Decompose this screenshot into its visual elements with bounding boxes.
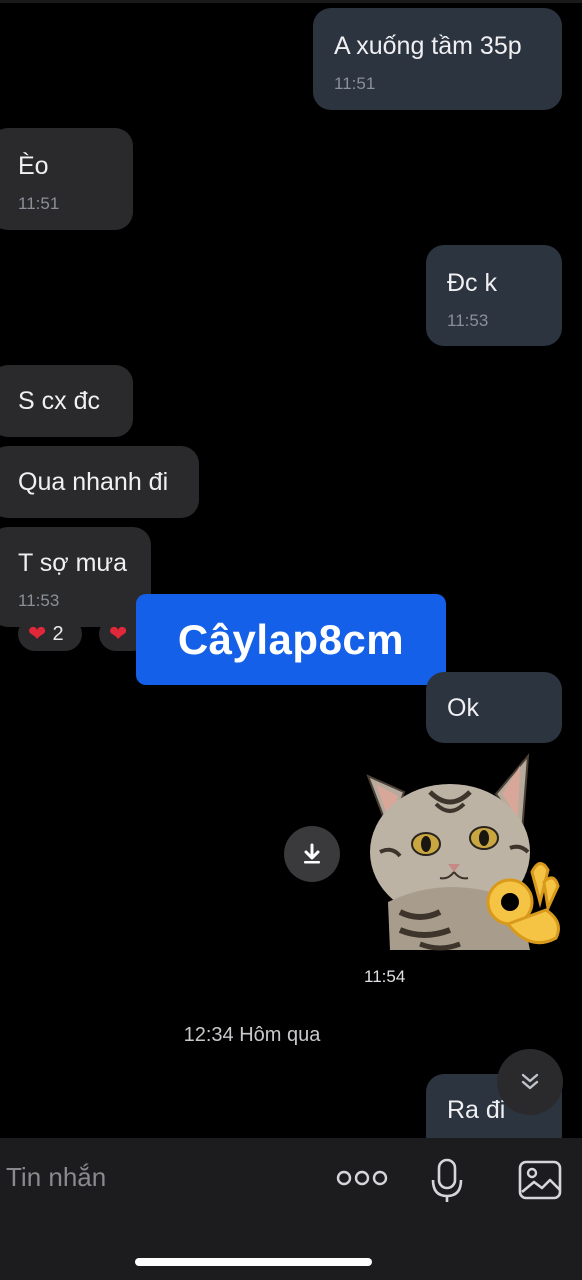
download-button[interactable] <box>284 826 340 882</box>
download-icon <box>304 843 320 864</box>
voice-record-button[interactable] <box>430 1158 464 1204</box>
message-input[interactable]: Tin nhắn <box>6 1162 106 1193</box>
message-text: T sợ mưa <box>18 549 128 577</box>
message-text: A xuống tầm 35p <box>334 32 522 60</box>
double-chevron-down-icon <box>521 1073 539 1090</box>
message-bubble-outgoing[interactable]: A xuống tầm 35p 11:51 <box>313 8 562 110</box>
home-indicator[interactable] <box>135 1258 372 1266</box>
reaction-chip[interactable]: ❤ 2 <box>18 617 82 651</box>
message-text: Ok <box>447 694 479 722</box>
message-bubble-outgoing[interactable]: Đc k 11:53 <box>426 245 562 346</box>
message-text: Qua nhanh đi <box>18 468 169 496</box>
message-bubble-incoming[interactable]: Qua nhanh đi <box>0 446 199 518</box>
watermark-text: Câylap8cm <box>177 615 405 663</box>
reaction-count: 2 <box>52 622 64 645</box>
message-bubble-incoming[interactable]: T sợ mưa 11:53 <box>0 527 151 627</box>
more-dots-icon <box>336 1170 388 1186</box>
sticker-time: 11:54 <box>364 967 406 986</box>
message-text: Èo <box>18 152 49 180</box>
date-separator: 12:34 Hôm qua <box>183 1024 321 1046</box>
message-time: 11:53 <box>447 311 489 330</box>
image-icon <box>518 1160 562 1200</box>
cat-sticker-icon <box>366 752 560 951</box>
message-bubble-incoming[interactable]: Èo 11:51 <box>0 128 133 230</box>
message-time: 11:51 <box>334 74 376 93</box>
message-text: S cx đc <box>18 387 100 415</box>
cat-ok-sticker[interactable] <box>360 752 562 960</box>
more-options-button[interactable] <box>336 1164 388 1192</box>
heart-icon: ❤ <box>28 621 47 646</box>
message-bubble-outgoing[interactable]: Ok <box>426 672 562 743</box>
message-text: Đc k <box>447 269 497 297</box>
message-time: 11:53 <box>18 591 60 610</box>
gallery-button[interactable] <box>518 1160 562 1200</box>
microphone-icon <box>431 1158 463 1202</box>
message-time: 11:51 <box>18 194 60 213</box>
scroll-to-bottom-button[interactable] <box>497 1049 563 1115</box>
message-text: Ra đi <box>447 1096 506 1124</box>
top-divider <box>0 0 582 3</box>
watermark-banner: Câylap8cm <box>136 594 446 685</box>
message-bubble-incoming[interactable]: S cx đc <box>0 365 133 437</box>
heart-icon: ❤ <box>109 621 128 646</box>
